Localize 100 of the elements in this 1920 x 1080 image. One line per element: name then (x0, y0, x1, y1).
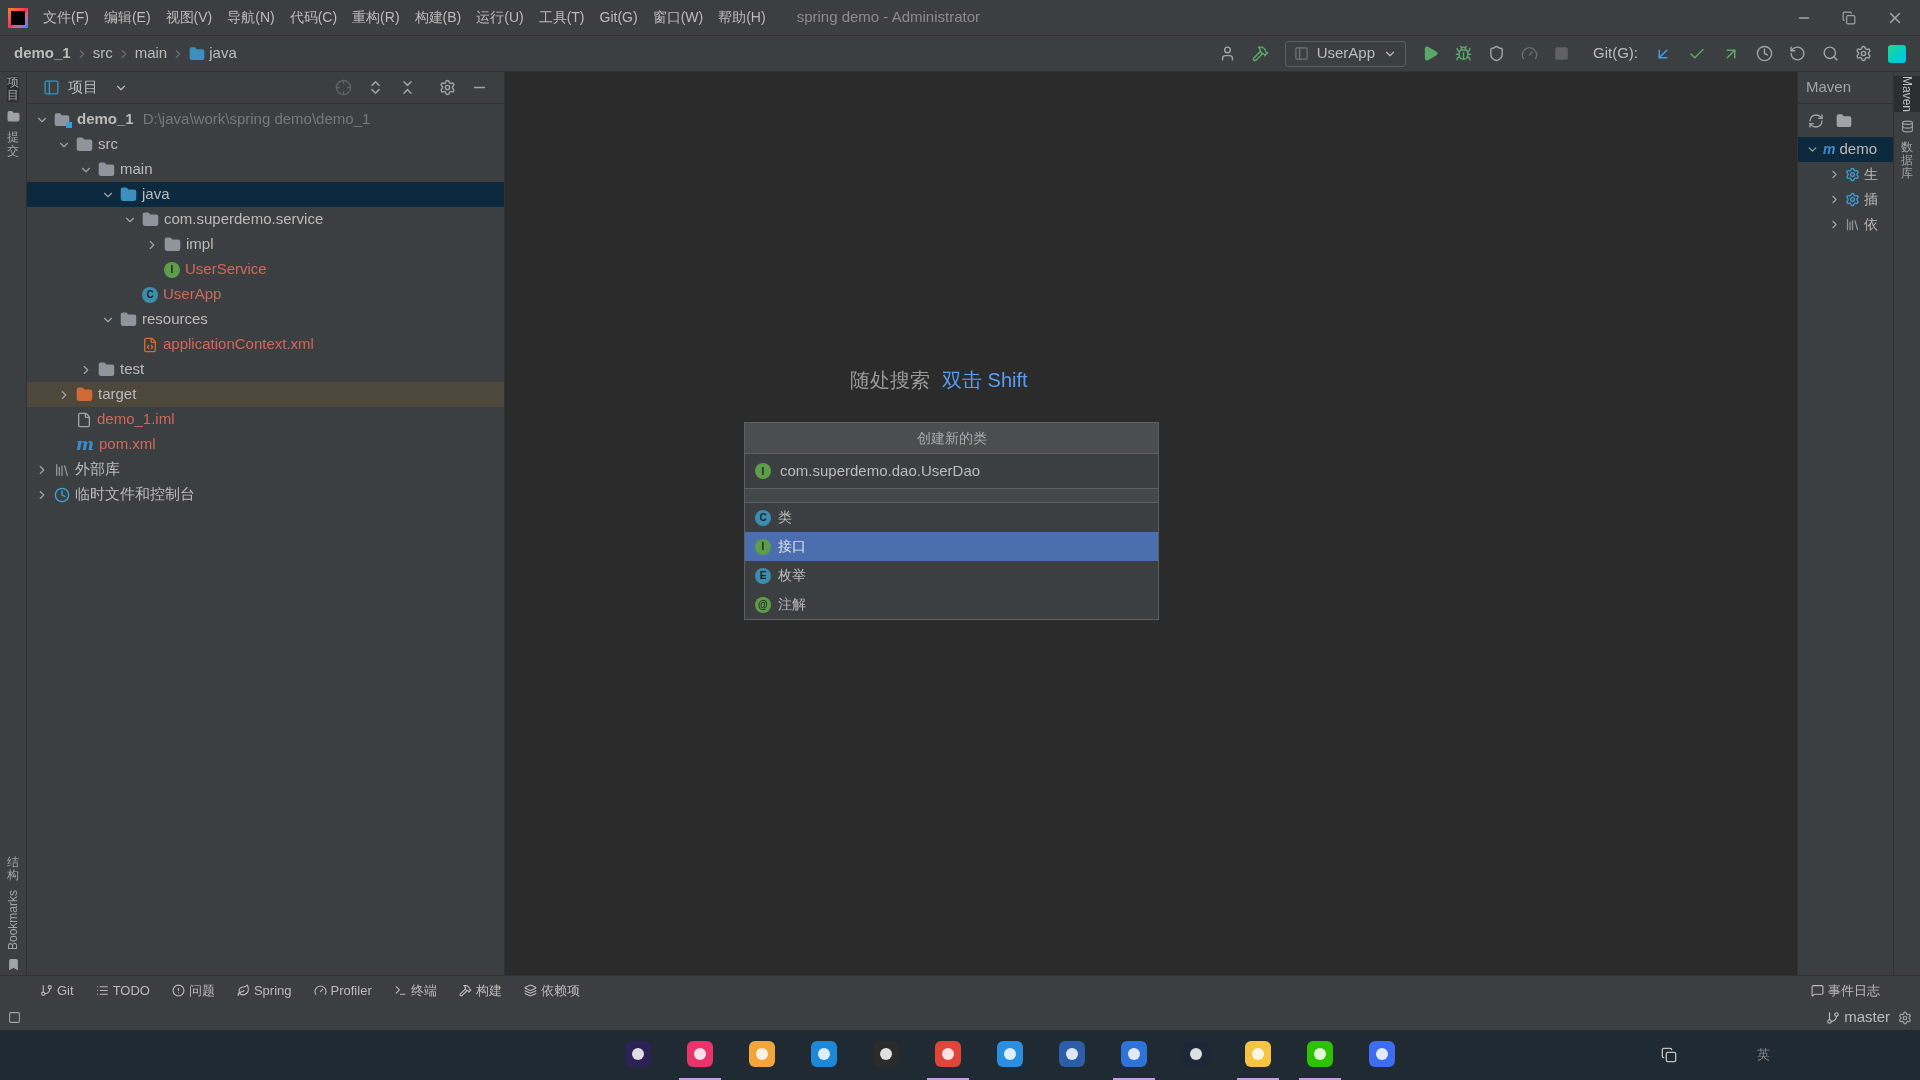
tree-row[interactable]: com.superdemo.service (27, 207, 504, 232)
tool-window-tab[interactable]: 提交 (7, 131, 19, 158)
app-icon[interactable] (623, 1039, 653, 1069)
menu-item[interactable]: 重构(R) (352, 7, 400, 28)
tree-row[interactable]: 插 (1798, 187, 1893, 212)
app-icon[interactable] (871, 1039, 901, 1069)
tree-item-label: 外部库 (75, 459, 120, 480)
tool-window-button[interactable]: Spring (236, 980, 292, 1001)
app-icon[interactable] (809, 1039, 839, 1069)
class-kind-option[interactable]: @ 注解 (745, 590, 1158, 619)
menu-item[interactable]: 窗口(W) (652, 7, 704, 28)
dialog-title: 创建新的类 (745, 423, 1158, 454)
rollback-icon[interactable] (1789, 45, 1806, 62)
app-logo-icon (8, 7, 28, 28)
app-icon[interactable] (1243, 1039, 1273, 1069)
app-icon[interactable] (995, 1039, 1025, 1069)
reload-icon[interactable] (1808, 112, 1824, 129)
tool-window-tab[interactable]: 数据库 (1901, 141, 1913, 181)
event-log-button[interactable]: 事件日志 (1811, 980, 1880, 1001)
tool-window-tab[interactable]: 项目 (7, 76, 19, 103)
tree-row[interactable]: demo_1 D:\java\work\spring demo\demo_1 (27, 107, 504, 132)
tree-row[interactable]: 生 (1798, 162, 1893, 187)
tool-window-tab[interactable]: 结构 (7, 855, 19, 882)
tree-row[interactable]: main (27, 157, 504, 182)
history-icon[interactable] (1756, 45, 1773, 62)
menu-item[interactable]: Git(G) (599, 7, 638, 28)
tree-row[interactable]: java (27, 182, 504, 207)
menu-item[interactable]: 运行(U) (476, 7, 524, 28)
library-icon (1845, 217, 1860, 232)
folder-icon[interactable] (1836, 112, 1852, 129)
menu-item[interactable]: 代码(C) (289, 7, 338, 28)
hint-shortcut: 双击 Shift (942, 368, 1028, 393)
menu-item[interactable]: 帮助(H) (718, 7, 766, 28)
tool-window-button[interactable]: TODO (95, 980, 150, 1001)
app-icon[interactable] (685, 1039, 715, 1069)
panel-toggle-icon[interactable] (8, 1011, 21, 1024)
tree-row[interactable]: src (27, 132, 504, 157)
build-hammer-icon[interactable] (1251, 45, 1269, 62)
breadcrumb[interactable]: demo_1 (14, 42, 71, 65)
interface-icon: I (755, 538, 771, 555)
app-icon[interactable] (1119, 1039, 1149, 1069)
tree-item-label: target (98, 384, 137, 405)
breadcrumb[interactable]: java (209, 42, 237, 65)
restore-icon[interactable] (1842, 10, 1856, 25)
task-view-icon[interactable] (1661, 1047, 1677, 1063)
tree-row[interactable]: impl (27, 232, 504, 257)
plugin-logo-icon[interactable] (1888, 44, 1906, 63)
menu-item[interactable]: 编辑(E) (103, 7, 151, 28)
tool-window-button[interactable]: Profiler (313, 980, 372, 1001)
debug-bug-icon[interactable] (1455, 45, 1472, 62)
class-kind-option[interactable]: E 枚举 (745, 561, 1158, 590)
tool-window-button[interactable]: 问题 (171, 980, 215, 1001)
tree-row[interactable]: resources (27, 307, 504, 332)
app-icon[interactable] (1057, 1039, 1087, 1069)
branch-icon (1826, 1010, 1841, 1025)
tool-window-button[interactable]: 构建 (458, 980, 502, 1001)
menu-item[interactable]: 视图(V) (165, 7, 213, 28)
tool-window-tab[interactable]: Bookmarks (4, 889, 22, 950)
tool-window-tab[interactable]: Maven (1894, 76, 1920, 113)
tree-row[interactable]: m demo (1798, 137, 1893, 162)
search-icon[interactable] (1822, 45, 1839, 62)
branch-button[interactable]: master (1826, 1006, 1890, 1029)
coverage-icon[interactable] (1488, 45, 1505, 62)
settings-icon[interactable] (1855, 45, 1872, 62)
interface-icon: I (755, 463, 771, 479)
tree-row[interactable]: I UserService (27, 257, 504, 282)
settings-icon[interactable] (439, 79, 456, 96)
tree-item-label: UserApp (163, 284, 222, 305)
tree-row[interactable]: 临时文件和控制台 (27, 482, 504, 507)
tree-row[interactable]: demo_1.iml (27, 407, 504, 432)
menu-item[interactable]: 文件(F) (43, 7, 89, 28)
app-icon[interactable] (933, 1039, 963, 1069)
tree-row[interactable]: 依 (1798, 212, 1893, 237)
tool-window-button[interactable]: 终端 (393, 980, 437, 1001)
tree-row[interactable]: applicationContext.xml (27, 332, 504, 357)
status-settings-icon[interactable] (1898, 1010, 1912, 1025)
menu-item[interactable]: 工具(T) (538, 7, 585, 28)
tree-row[interactable]: 外部库 (27, 457, 504, 482)
tool-window-button[interactable]: Git (40, 980, 74, 1001)
app-icon[interactable] (1305, 1039, 1335, 1069)
tool-window-button[interactable]: 依赖项 (523, 980, 580, 1001)
breadcrumb[interactable]: main (134, 42, 168, 65)
tree-row[interactable]: C UserApp (27, 282, 504, 307)
app-icon[interactable] (1367, 1039, 1397, 1069)
ime-indicator[interactable]: 英 (1757, 1045, 1770, 1065)
folder-icon (6, 110, 20, 124)
run-config-dropdown[interactable]: UserApp (1284, 40, 1406, 67)
tree-row[interactable]: test (27, 357, 504, 382)
menu-item[interactable]: 构建(B) (414, 7, 462, 28)
tree-row[interactable]: target (27, 382, 504, 407)
tree-row[interactable]: m pom.xml (27, 432, 504, 457)
menu-item[interactable]: 导航(N) (227, 7, 275, 28)
breadcrumb[interactable]: src (92, 42, 113, 65)
class-kind-option[interactable]: I 接口 (745, 532, 1158, 561)
class-kind-option[interactable]: C 类 (745, 503, 1158, 532)
tree-item-label: UserService (185, 259, 267, 280)
run-icon[interactable] (1422, 45, 1439, 62)
panel-title[interactable]: 项目 (68, 76, 98, 99)
app-icon[interactable] (747, 1039, 777, 1069)
library-icon (54, 461, 70, 478)
